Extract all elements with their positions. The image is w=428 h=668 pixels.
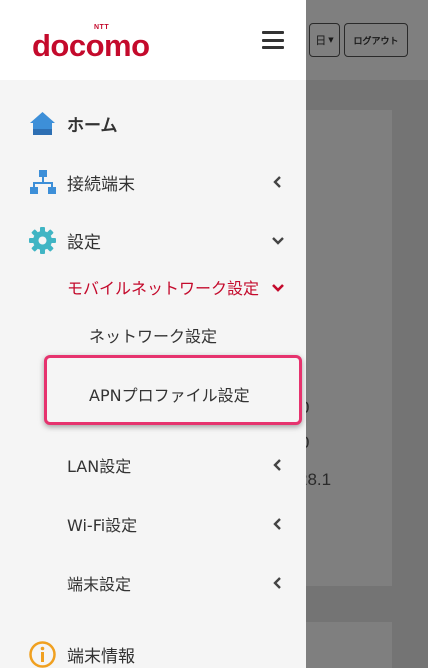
menu-item-device-info[interactable]: 端末情報 [0, 632, 306, 668]
menu-item-lan-settings[interactable]: LAN設定 [0, 443, 306, 487]
menu-item-devices[interactable]: 接続端末 [0, 160, 306, 204]
menu-item-wifi-settings[interactable]: Wi-Fi設定 [0, 502, 306, 546]
home-icon [30, 112, 55, 135]
network-icon [30, 170, 56, 194]
info-icon [29, 641, 56, 668]
drawer-header: NTT docomo [0, 0, 306, 80]
menu-label-network-settings: ネットワーク設定 [89, 327, 218, 346]
chevron-left-icon [273, 577, 281, 589]
menu-item-home[interactable]: ホーム [0, 101, 306, 145]
menu-label-mobile-network-settings: モバイルネットワーク設定 [67, 279, 260, 298]
menu-label-settings: 設定 [67, 232, 101, 253]
chevron-down-icon [272, 237, 284, 245]
menu-label-home: ホーム [67, 115, 118, 136]
docomo-logo[interactable]: NTT docomo [32, 24, 172, 64]
chevron-left-icon [273, 518, 281, 530]
menu-label-devices: 接続端末 [67, 174, 135, 195]
chevron-down-icon [272, 284, 284, 292]
hamburger-icon[interactable] [262, 31, 284, 49]
chevron-left-icon [273, 459, 281, 471]
menu-item-device-settings[interactable]: 端末設定 [0, 561, 306, 605]
side-drawer: NTT docomo ホーム 接続端末 設定 モバイルネットワーク設定 ネットワ… [0, 0, 306, 668]
menu-item-mobile-network-settings[interactable]: モバイルネットワーク設定 [0, 265, 306, 309]
chevron-left-icon [273, 176, 281, 188]
menu-item-network-settings[interactable]: ネットワーク設定 [0, 313, 306, 357]
menu-label-device-info: 端末情報 [67, 646, 135, 667]
menu-label-device-settings: 端末設定 [67, 575, 132, 594]
logo-wordmark: docomo [32, 28, 150, 63]
menu-label-apn-profile-settings: APNプロファイル設定 [89, 386, 250, 405]
menu-label-lan-settings: LAN設定 [67, 457, 132, 476]
menu-item-settings[interactable]: 設定 [0, 218, 306, 262]
gear-icon [29, 227, 56, 254]
menu-label-wifi-settings: Wi-Fi設定 [67, 516, 138, 535]
menu-item-apn-profile-settings[interactable]: APNプロファイル設定 [0, 372, 306, 416]
